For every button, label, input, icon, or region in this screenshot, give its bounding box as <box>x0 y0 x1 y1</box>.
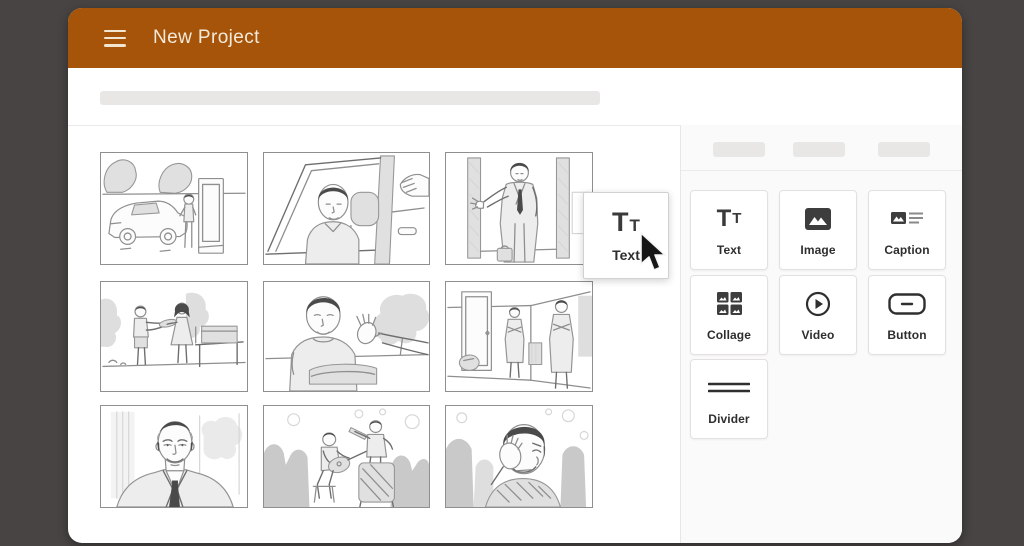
video-icon <box>805 289 831 319</box>
element-label: Text <box>716 242 742 257</box>
tab-placeholder-3[interactable] <box>878 142 930 157</box>
panel-tabs-divider <box>681 170 962 171</box>
storyboard-frame-crying-man[interactable] <box>445 405 593 508</box>
element-button-image[interactable]: Image <box>779 190 857 270</box>
element-label: Divider <box>708 411 750 426</box>
mouse-cursor-icon <box>638 232 668 279</box>
sketch-handing-blanket <box>265 293 429 391</box>
element-button-collage[interactable]: Collage <box>690 275 768 355</box>
tab-placeholder-2[interactable] <box>793 142 845 157</box>
sketch-exchange-outdoors <box>101 292 246 368</box>
text-icon: TT <box>716 204 742 232</box>
element-label: Collage <box>706 327 752 342</box>
window-header: New Project <box>68 8 962 68</box>
element-button-divider[interactable]: Divider <box>690 359 768 439</box>
new-project-window: New Project T T Text Image Caption Colla… <box>68 8 962 543</box>
storyboard-frame-car-arrival[interactable] <box>100 152 248 265</box>
storyboard-frame-portrait[interactable] <box>100 405 248 508</box>
element-button-video[interactable]: Video <box>779 275 857 355</box>
storyboard-frame-man-in-car[interactable] <box>263 152 430 265</box>
element-label: Button <box>887 327 927 342</box>
storyboard-frame-handing-blanket[interactable] <box>263 281 430 392</box>
desktop-background: { "colors": { "background": "#474443", "… <box>0 0 1024 546</box>
window-title: New Project <box>153 27 260 48</box>
text-icon: TT <box>612 206 640 237</box>
elements-panel: TT Text Image Caption Collage Video Butt… <box>681 125 962 543</box>
sketch-portrait-man <box>110 411 243 507</box>
element-button-caption[interactable]: Caption <box>868 190 946 270</box>
collage-icon <box>716 289 742 319</box>
panel-tabs <box>681 142 962 157</box>
divider-icon <box>708 373 750 403</box>
toolbar-placeholder-bar <box>100 91 600 105</box>
sketch-car-phone-booth <box>102 159 246 254</box>
button-icon <box>888 289 926 319</box>
sketch-musicians <box>264 408 429 507</box>
sketch-man-doorway <box>467 157 591 263</box>
storyboard-frame-two-men-room[interactable] <box>445 281 593 392</box>
element-label: Image <box>800 242 836 257</box>
drag-label: Text <box>612 246 640 263</box>
image-icon <box>804 204 832 234</box>
sketch-man-in-car <box>265 155 429 264</box>
tab-placeholder-1[interactable] <box>713 142 765 157</box>
sketch-two-men-room <box>447 291 592 389</box>
sketch-crying-man <box>446 408 589 507</box>
hamburger-menu-icon[interactable] <box>104 29 126 47</box>
storyboard-frame-doorway-greeting[interactable] <box>445 152 593 265</box>
storyboard-frame-musicians[interactable] <box>263 405 430 508</box>
element-button-text[interactable]: TT Text <box>690 190 768 270</box>
element-label: Caption <box>884 242 930 257</box>
caption-icon <box>891 204 923 234</box>
storyboard-frame-exchange-outdoors[interactable] <box>100 281 248 392</box>
element-button-button[interactable]: Button <box>868 275 946 355</box>
element-label: Video <box>801 327 835 342</box>
